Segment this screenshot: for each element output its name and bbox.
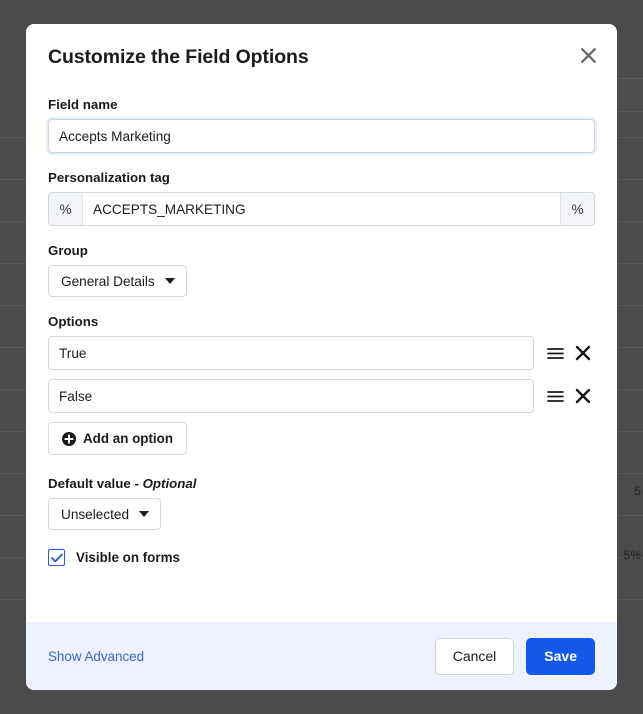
option-input-1[interactable] <box>48 379 534 413</box>
default-value-select-value: Unselected <box>61 506 130 522</box>
add-option-label: Add an option <box>83 431 173 446</box>
chevron-down-icon <box>139 511 150 517</box>
show-advanced-link[interactable]: Show Advanced <box>48 649 144 664</box>
dialog-footer: Show Advanced Cancel Save <box>26 622 617 690</box>
group-field-group: Group General Details <box>48 243 595 297</box>
dialog-body: Field name Personalization tag % % Group… <box>26 75 617 622</box>
dialog-header: Customize the Field Options <box>26 24 617 75</box>
personalization-tag-label: Personalization tag <box>48 170 170 185</box>
cancel-button[interactable]: Cancel <box>434 637 515 675</box>
percent-prefix-addon: % <box>49 193 83 225</box>
default-value-optional-text: Optional <box>142 476 197 491</box>
personalization-tag-input[interactable] <box>83 193 560 225</box>
background-text-fragment: 5% <box>623 548 641 562</box>
field-name-label: Field name <box>48 97 118 112</box>
visible-on-forms-checkbox[interactable] <box>48 549 65 566</box>
visible-on-forms-label: Visible on forms <box>76 550 180 565</box>
drag-handle-icon[interactable] <box>542 338 568 368</box>
field-name-input[interactable] <box>48 119 595 153</box>
percent-suffix-addon: % <box>560 193 594 225</box>
field-name-group: Field name <box>48 97 595 153</box>
option-input-0[interactable] <box>48 336 534 370</box>
default-value-label-text: Default value - <box>48 476 143 491</box>
option-row <box>48 379 595 413</box>
group-label: Group <box>48 243 88 258</box>
close-icon[interactable] <box>573 40 603 70</box>
remove-option-icon[interactable] <box>571 338 595 368</box>
group-select-value: General Details <box>61 273 155 289</box>
personalization-tag-input-group: % % <box>48 192 595 226</box>
remove-option-icon[interactable] <box>571 381 595 411</box>
page-title: Customize the Field Options <box>48 46 309 68</box>
default-value-label: Default value - Optional <box>48 476 595 491</box>
check-icon <box>50 553 63 562</box>
visible-on-forms-row[interactable]: Visible on forms <box>48 549 595 566</box>
add-option-button[interactable]: Add an option <box>48 422 187 455</box>
default-value-group: Default value - Optional Unselected <box>48 476 595 530</box>
chevron-down-icon <box>164 278 175 284</box>
default-value-select[interactable]: Unselected <box>48 498 162 530</box>
drag-handle-icon[interactable] <box>542 381 568 411</box>
options-label: Options <box>48 314 99 329</box>
group-select[interactable]: General Details <box>48 265 187 297</box>
save-button[interactable]: Save <box>526 637 595 675</box>
personalization-tag-group: Personalization tag % % <box>48 170 595 226</box>
background-text-fragment: 5 <box>634 484 641 498</box>
footer-actions: Cancel Save <box>434 637 595 675</box>
plus-circle-icon <box>62 431 76 446</box>
customize-field-options-dialog: Customize the Field Options Field name P… <box>26 24 617 690</box>
options-group: Options True False Add an option <box>48 314 595 455</box>
option-row <box>48 336 595 370</box>
